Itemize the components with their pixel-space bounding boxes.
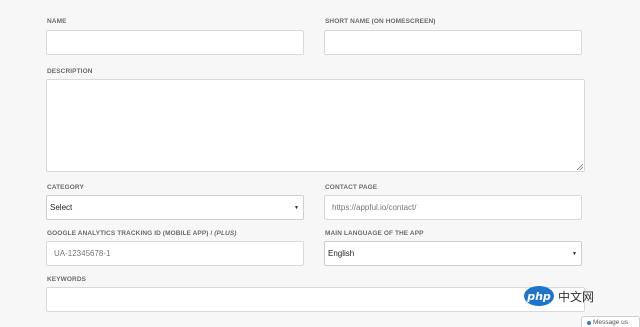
ga-tracking-label-text: GOOGLE ANALYTICS TRACKING ID (MOBILE APP… [47,230,215,237]
message-us-button[interactable]: Message us [581,316,640,327]
resize-grip-icon[interactable] [577,164,583,170]
triangle-down-icon: ▼ [294,204,299,211]
php-logo: php [524,286,554,306]
category-select[interactable]: Select ▼ [46,195,304,220]
site-watermark: php 中文网 [524,286,594,306]
short-name-input[interactable] [324,30,582,55]
keywords-label: KEYWORDS [47,276,87,283]
contact-page-label: CONTACT PAGE [325,184,378,191]
name-label: NAME [47,18,67,25]
short-name-label: SHORT NAME (ON HOMESCREEN) [325,18,436,25]
keywords-input[interactable] [46,287,585,312]
category-selected-value: Select [50,203,73,212]
watermark-text: 中文网 [558,289,595,304]
ga-plan-tag: (PLUS) [214,230,237,237]
language-label: MAIN LANGUAGE OF THE APP [325,230,424,237]
ga-tracking-input[interactable] [46,241,304,266]
description-textarea[interactable] [46,79,585,172]
chat-dot-icon [587,320,591,325]
contact-page-input[interactable] [324,195,582,220]
message-us-label: Message us [593,319,629,326]
description-label: DESCRIPTION [47,68,93,75]
name-input[interactable] [46,30,304,55]
language-select[interactable]: English ▼ [324,241,582,266]
ga-tracking-label: GOOGLE ANALYTICS TRACKING ID (MOBILE APP… [47,230,237,237]
triangle-down-icon: ▼ [572,250,577,257]
category-label: CATEGORY [47,184,84,191]
app-settings-form: NAME SHORT NAME (ON HOMESCREEN) DESCRIPT… [0,0,640,327]
language-selected-value: English [328,249,355,258]
